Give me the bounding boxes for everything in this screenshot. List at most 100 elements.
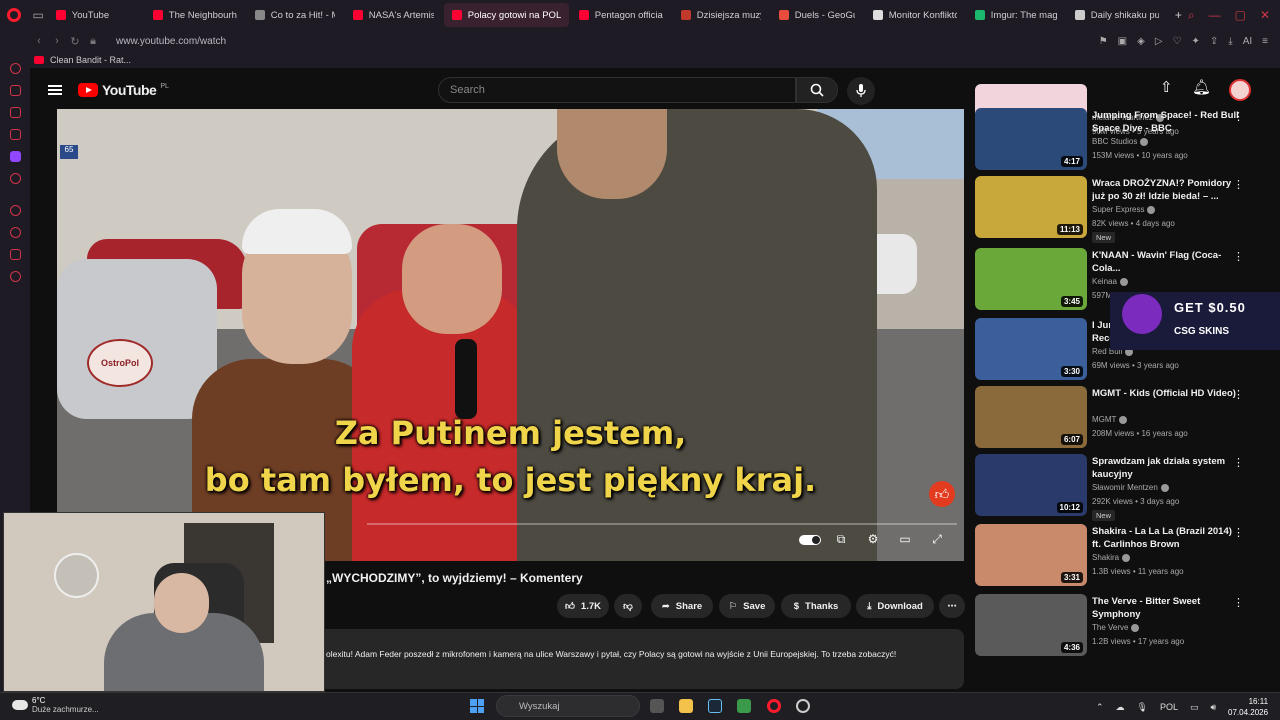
recommendation-item[interactable]: 6:07 MGMT - Kids (Official HD Video) MGMT 2… <box>975 386 1265 448</box>
mic-tray-icon[interactable]: 🎙︎ <box>1137 702 1148 713</box>
browser-tab[interactable]: The Neighbourhood <box>145 3 245 27</box>
recommendation-title[interactable]: MGMT - Kids (Official HD Video) <box>1092 387 1240 400</box>
search-tabs-icon[interactable]: ⌕ <box>1188 8 1195 23</box>
tray-arrow-icon[interactable]: ⌃ <box>1096 702 1104 713</box>
language-indicator[interactable]: POL <box>1160 702 1178 712</box>
browser-tab[interactable]: Co to za Hit! - Muz <box>247 3 343 27</box>
volume-icon[interactable]: 🔊︎ <box>1211 702 1217 713</box>
extensions-icon[interactable]: ✦ <box>1192 36 1200 47</box>
tab-menu-icon[interactable]: ▭ <box>29 0 48 30</box>
recommendation-title[interactable]: K'NAAN - Wavin' Flag (Coca-Cola... <box>1092 249 1240 275</box>
more-options-icon[interactable]: ⋮ <box>1233 110 1244 123</box>
more-options-icon[interactable]: ⋮ <box>1233 456 1244 469</box>
maximize-icon[interactable]: ▢ <box>1235 8 1246 23</box>
more-options-icon[interactable]: ⋮ <box>1233 526 1244 539</box>
player-icon[interactable]: ▷ <box>1155 36 1163 47</box>
history-icon[interactable] <box>9 227 21 238</box>
channel-name[interactable]: The Verve <box>1092 623 1140 632</box>
forward-icon[interactable]: › <box>48 35 66 47</box>
recommendation-item[interactable]: 3:31 Shakira - La La La (Brazil 2014) ft.… <box>975 524 1265 586</box>
browser-tab[interactable]: Polacy gotowi na POLEXIT <box>443 3 569 27</box>
opera-logo[interactable] <box>0 0 29 30</box>
clock[interactable]: 16:11 07.04.2026 <box>1228 696 1268 718</box>
bookmark-icon[interactable]: ⚑ <box>1099 36 1108 47</box>
close-icon[interactable]: ✕ <box>1260 8 1270 23</box>
video-thumbnail[interactable]: 10:12 <box>975 454 1087 516</box>
player-sidebar-icon[interactable] <box>9 205 21 216</box>
video-thumbnail[interactable]: 6:07 <box>975 386 1087 448</box>
settings-app-icon[interactable] <box>796 699 810 713</box>
channel-name[interactable]: MGMT <box>1092 415 1128 424</box>
search-input[interactable]: Search <box>438 77 796 103</box>
video-thumbnail[interactable]: 3:30 <box>975 318 1087 380</box>
bookmark-item[interactable]: Clean Bandit - Rat... <box>50 55 131 65</box>
settings-icon[interactable]: ≡ <box>1262 36 1268 47</box>
channel-name[interactable]: Keinaa <box>1092 277 1128 286</box>
pinboard-icon[interactable] <box>9 249 21 260</box>
twitch-icon[interactable] <box>9 151 21 162</box>
start-button[interactable] <box>470 699 484 713</box>
autoplay-toggle[interactable] <box>799 535 821 545</box>
channel-name[interactable]: Shakira <box>1092 553 1131 562</box>
speed-dial-icon[interactable] <box>9 63 21 74</box>
browser-tab[interactable]: NASA's Artemis II <box>345 3 442 27</box>
search-button[interactable] <box>796 77 838 103</box>
more-options-icon[interactable]: ⋮ <box>1233 178 1244 191</box>
minimize-icon[interactable]: — <box>1209 8 1221 23</box>
recommendation-item[interactable]: 4:17 Jumping From Space! - Red Bull Space… <box>975 108 1265 170</box>
description-box[interactable]: olexitu! Adam Feder poszedł z mikrofonem… <box>310 629 964 689</box>
messenger-icon[interactable] <box>9 107 21 118</box>
sidebar-settings-icon[interactable] <box>9 271 21 282</box>
app-icon[interactable] <box>737 699 751 713</box>
opera-gx-icon[interactable] <box>767 699 781 713</box>
shield-icon[interactable]: ◈ <box>1137 36 1145 47</box>
share-icon[interactable]: ⇪ <box>1210 36 1218 47</box>
channel-name[interactable]: BBC Studios <box>1092 137 1149 146</box>
snapshot-icon[interactable]: ▣ <box>1118 36 1127 47</box>
settings-gear-icon[interactable]: ⚙ <box>863 531 883 547</box>
fullscreen-icon[interactable]: ⤢ <box>927 531 947 547</box>
download-button[interactable]: ⤓ Download <box>856 594 934 618</box>
video-thumbnail[interactable]: 4:36 <box>975 594 1087 656</box>
recommendation-title[interactable]: Jumping From Space! - Red Bull Space Div… <box>1092 109 1240 135</box>
browser-tab[interactable]: Duels - GeoGuess <box>771 3 863 27</box>
miniplayer-icon[interactable]: ▭ <box>895 531 915 547</box>
video-player[interactable]: OstroPol 65 Za Putinem jestem, bo tam by… <box>57 109 964 561</box>
browser-tab[interactable]: Pentagon officially <box>571 3 671 27</box>
new-tab-icon[interactable]: + <box>1169 0 1188 30</box>
save-button[interactable]: ⚐ Save <box>719 594 775 618</box>
steam-icon[interactable] <box>708 699 722 713</box>
recommendation-item[interactable]: 4:36 The Verve - Bitter Sweet Symphony The… <box>975 594 1265 656</box>
more-actions-button[interactable]: ⋯ <box>939 594 965 618</box>
download-icon[interactable]: ⤓ <box>1228 36 1232 47</box>
cloud-tray-icon[interactable]: ☁ <box>1116 702 1125 713</box>
more-options-icon[interactable]: ⋮ <box>1233 388 1244 401</box>
aria-sidebar-icon[interactable] <box>9 85 21 96</box>
back-icon[interactable]: ‹ <box>30 35 48 47</box>
recommendation-title[interactable]: Sprawdzam jak działa system kaucyjny <box>1092 455 1240 481</box>
weather-widget[interactable]: 6°C Duże zachmurze... <box>12 696 99 714</box>
network-icon[interactable]: ▭ <box>1190 702 1199 713</box>
more-options-icon[interactable]: ⋮ <box>1233 596 1244 609</box>
youtube-logo[interactable]: YouTube PL <box>78 82 169 98</box>
file-explorer-icon[interactable] <box>679 699 693 713</box>
heart-icon[interactable]: ♡ <box>1173 36 1182 47</box>
video-thumbnail[interactable]: 3:31 <box>975 524 1087 586</box>
video-thumbnail[interactable]: 4:17 <box>975 108 1087 170</box>
video-thumbnail[interactable]: 3:45 <box>975 248 1087 310</box>
like-button[interactable]: 👍︎ 1.7K <box>557 594 609 618</box>
ad-banner[interactable]: GET $0.50 CSG SKINS <box>1110 292 1280 350</box>
browser-tab[interactable]: YouTube <box>48 3 143 27</box>
browser-tab[interactable]: Monitor Konfliktów <box>865 3 965 27</box>
task-view-icon[interactable] <box>650 699 664 713</box>
video-thumbnail[interactable]: 11:13 <box>975 176 1087 238</box>
thanks-button[interactable]: $ Thanks <box>781 594 851 618</box>
aria-icon[interactable]: AI <box>1243 36 1252 47</box>
reload-icon[interactable]: ↻ <box>66 35 84 48</box>
channel-name[interactable]: Sławomir Mentzen <box>1092 483 1169 492</box>
voice-search-button[interactable] <box>847 77 875 105</box>
captions-icon[interactable]: ⧉ <box>831 531 851 547</box>
browser-tab[interactable]: Daily shikaku puz <box>1067 3 1167 27</box>
share-button[interactable]: ➦ Share <box>651 594 713 618</box>
channel-name[interactable]: Super Express <box>1092 205 1156 214</box>
